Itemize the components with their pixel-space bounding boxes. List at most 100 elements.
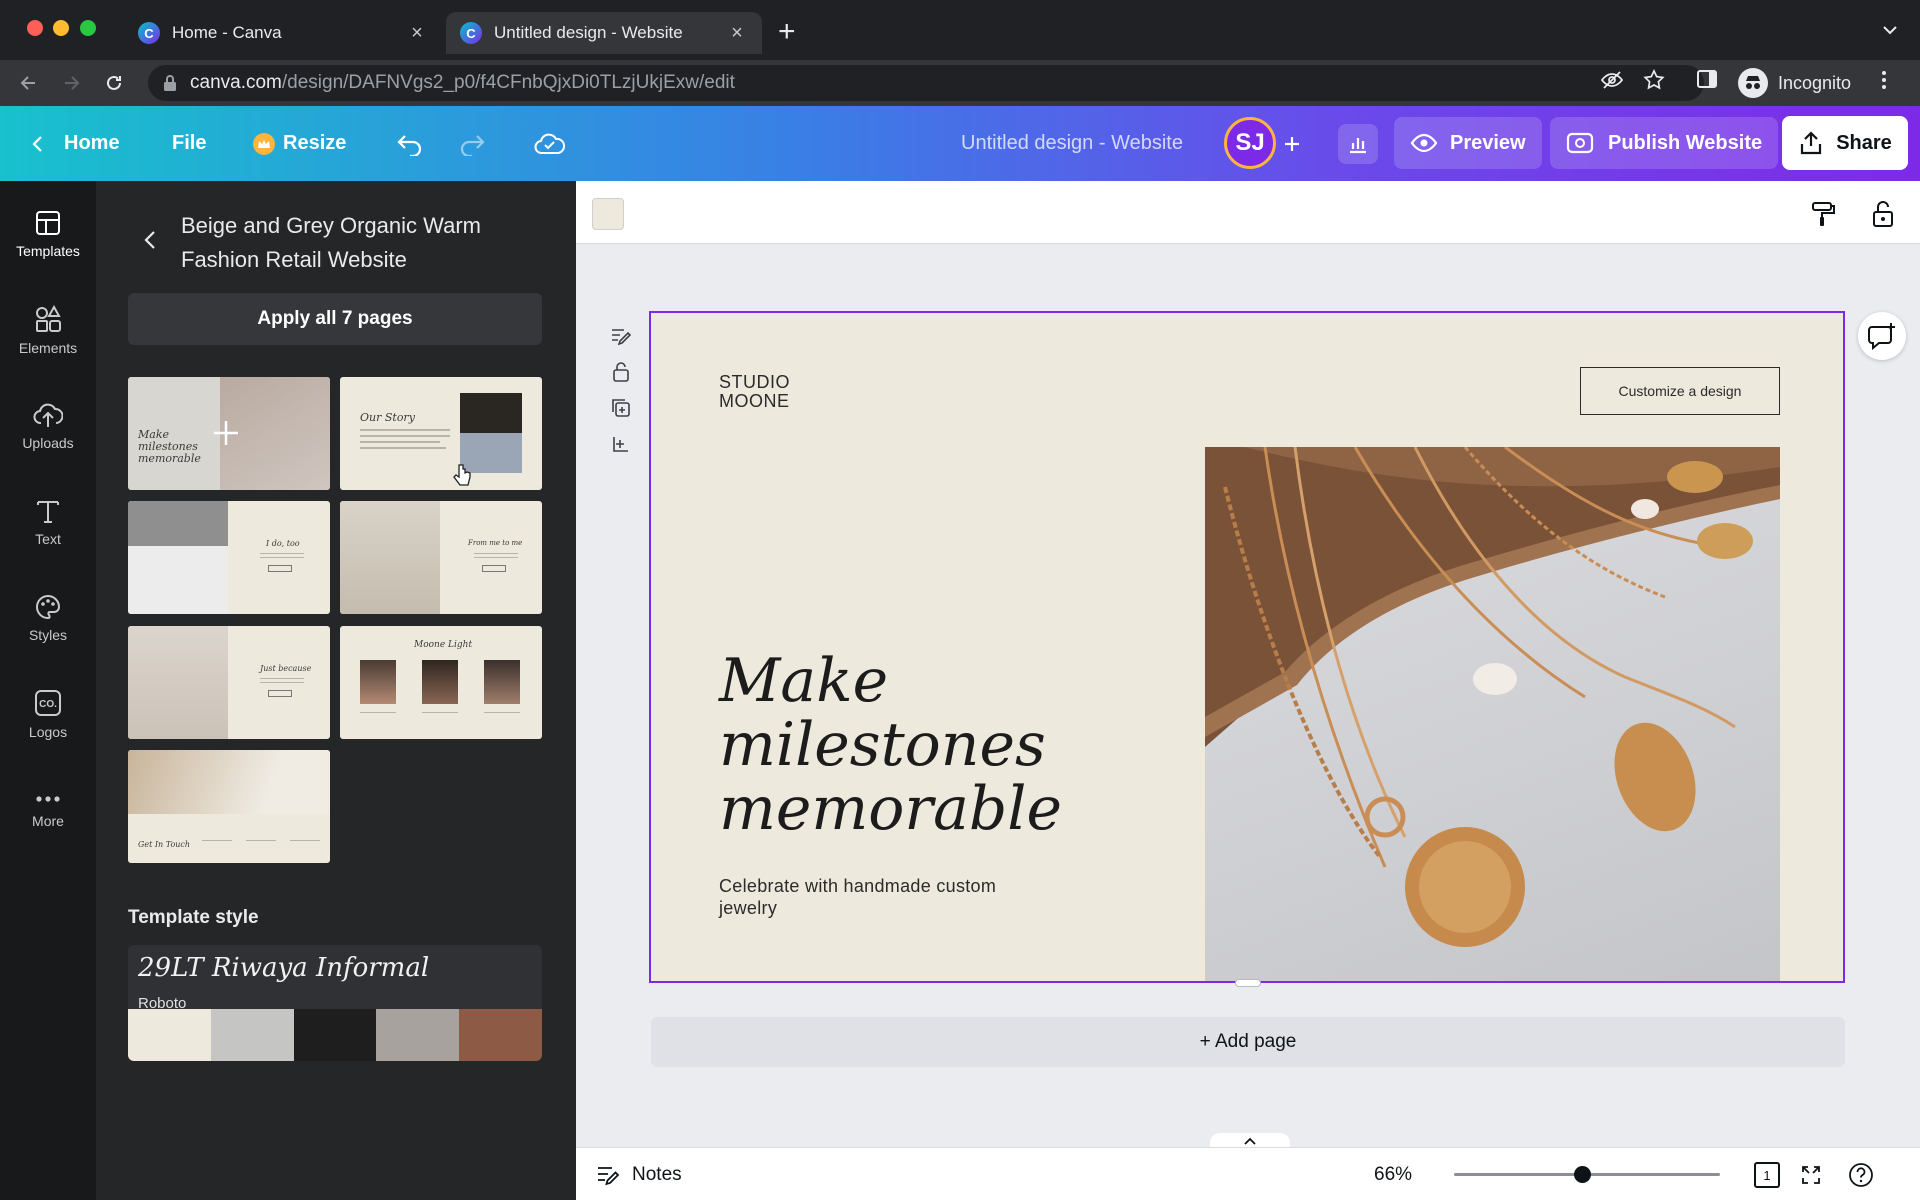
bookmark-star-icon[interactable]	[1642, 68, 1666, 92]
browser-address-bar: canva.com/design/DAFNVgs2_p0/f4CFnbQjxDi…	[0, 60, 1920, 106]
thumbnail-photo	[460, 393, 522, 473]
more-icon	[36, 796, 60, 802]
rail-label: Uploads	[22, 435, 74, 451]
file-menu-button[interactable]: File	[172, 106, 206, 181]
window-maximize-button[interactable]	[80, 20, 96, 36]
design-page[interactable]: STUDIO MOONE Customize a design Make mil…	[649, 311, 1845, 983]
fullscreen-icon[interactable]	[1796, 1160, 1826, 1190]
logo-line-1: STUDIO	[719, 372, 791, 392]
chevron-left-icon[interactable]	[142, 229, 158, 256]
thumbnail-text: Make milestones memorable	[138, 428, 201, 465]
hero-headline[interactable]: Make milestones memorable	[719, 649, 1179, 841]
back-arrow-icon[interactable]	[14, 69, 42, 97]
close-icon[interactable]: ×	[726, 22, 748, 45]
palette-swatch[interactable]	[210, 1009, 294, 1061]
palette-swatch[interactable]	[376, 1009, 460, 1061]
rail-label: Elements	[18, 340, 78, 356]
style-primary-font: 29LT Riwaya Informal	[138, 953, 430, 983]
apply-all-pages-button[interactable]: Apply all 7 pages	[128, 293, 542, 345]
lock-icon	[162, 74, 178, 98]
add-page-icon[interactable]	[606, 426, 636, 462]
uploads-icon	[33, 403, 63, 427]
template-thumbnail[interactable]: Our Story	[340, 377, 542, 490]
preview-button[interactable]: Preview	[1394, 117, 1542, 169]
add-page-button[interactable]: + Add page	[651, 1017, 1845, 1067]
rail-item-uploads[interactable]: Uploads	[0, 383, 96, 469]
thumbnail-photo	[340, 501, 440, 614]
resize-label: Resize	[283, 132, 347, 154]
template-thumbnail[interactable]: Moone Light	[340, 626, 542, 739]
notes-edit-icon[interactable]	[606, 318, 636, 354]
analytics-icon[interactable]	[1338, 124, 1378, 164]
undo-icon[interactable]	[390, 124, 430, 164]
background-color-swatch[interactable]	[592, 198, 624, 230]
share-upload-icon	[1801, 131, 1822, 155]
publish-website-button[interactable]: Publish Website	[1550, 117, 1779, 169]
zoom-slider[interactable]	[1454, 1166, 1720, 1183]
home-button[interactable]: Home	[28, 106, 120, 181]
palette-swatch[interactable]	[293, 1009, 377, 1061]
chevron-down-icon[interactable]	[1880, 20, 1900, 45]
window-minimize-button[interactable]	[53, 20, 69, 36]
eye-off-icon[interactable]	[1600, 68, 1624, 92]
new-tab-button[interactable]: +	[778, 16, 796, 48]
tab-title: Untitled design - Website	[494, 23, 683, 42]
duplicate-page-icon[interactable]	[606, 390, 636, 426]
templates-icon	[36, 211, 60, 235]
sidebar-toggle-icon[interactable]	[1696, 68, 1718, 90]
template-thumbnail[interactable]: Make milestones memorable	[128, 377, 330, 490]
rail-item-text[interactable]: Text	[0, 479, 96, 565]
template-thumbnail[interactable]: Just because	[128, 626, 330, 739]
zoom-slider-handle[interactable]	[1574, 1166, 1591, 1183]
redo-icon[interactable]	[452, 124, 492, 164]
jewelry-hero-image[interactable]	[1205, 447, 1780, 981]
template-thumbnail[interactable]: Get In Touch	[128, 750, 330, 863]
browser-tab-design[interactable]: C Untitled design - Website ×	[446, 12, 762, 54]
zoom-percentage[interactable]: 66%	[1374, 1148, 1412, 1200]
help-icon[interactable]	[1846, 1160, 1876, 1190]
rail-item-more[interactable]: More	[0, 767, 96, 853]
forward-arrow-icon[interactable]	[58, 69, 86, 97]
rail-item-elements[interactable]: Elements	[0, 287, 96, 373]
thumbnail-text: Moone Light	[414, 640, 473, 650]
svg-text:CO.: CO.	[39, 699, 57, 710]
avatar[interactable]: SJ	[1224, 117, 1276, 169]
hero-subline[interactable]: Celebrate with handmade custom jewelry	[719, 875, 1019, 919]
cloud-saved-icon[interactable]	[530, 124, 570, 164]
rail-item-templates[interactable]: Templates	[0, 191, 96, 277]
paint-roller-icon[interactable]	[1806, 197, 1840, 231]
notes-button[interactable]: Notes	[596, 1148, 682, 1200]
browser-tab-home[interactable]: C Home - Canva ×	[124, 12, 442, 54]
lock-page-icon[interactable]	[606, 354, 636, 390]
share-button[interactable]: Share	[1782, 116, 1908, 170]
template-thumbnail[interactable]: From me to me	[340, 501, 542, 614]
add-comment-button[interactable]	[1858, 312, 1906, 360]
page-count-button[interactable]: 1	[1752, 1160, 1782, 1190]
thumbnail-text: I do, too	[266, 539, 300, 548]
page-resize-handle[interactable]	[1235, 979, 1261, 987]
studio-logo[interactable]: STUDIO MOONE	[719, 373, 790, 411]
rail-item-styles[interactable]: Styles	[0, 575, 96, 661]
window-close-button[interactable]	[27, 20, 43, 36]
home-label: Home	[64, 132, 120, 154]
document-title[interactable]: Untitled design - Website	[961, 106, 1183, 181]
template-style-card[interactable]: 29LT Riwaya Informal Roboto	[128, 945, 542, 1061]
resize-button[interactable]: Resize	[253, 106, 346, 181]
customize-design-button[interactable]: Customize a design	[1580, 367, 1780, 415]
unlock-icon[interactable]	[1866, 197, 1900, 231]
incognito-profile[interactable]: Incognito	[1738, 65, 1851, 101]
thumbnail-text: Get In Touch	[138, 840, 191, 849]
kebab-menu-icon[interactable]	[1880, 68, 1888, 92]
palette-swatch[interactable]	[128, 1009, 211, 1061]
rail-item-logos[interactable]: CO. Logos	[0, 671, 96, 757]
elements-icon	[36, 304, 61, 332]
close-icon[interactable]: ×	[406, 22, 428, 45]
color-palette	[128, 1009, 542, 1061]
url-field[interactable]: canva.com/design/DAFNVgs2_p0/f4CFnbQjxDi…	[148, 65, 1704, 101]
palette-swatch[interactable]	[459, 1009, 542, 1061]
reload-icon[interactable]	[100, 69, 128, 97]
template-title: Beige and Grey Organic Warm Fashion Reta…	[181, 213, 481, 272]
template-thumbnail[interactable]: I do, too	[128, 501, 330, 614]
add-collaborator-icon[interactable]	[1272, 124, 1312, 164]
template-panel: Beige and Grey Organic Warm Fashion Reta…	[96, 181, 576, 1200]
